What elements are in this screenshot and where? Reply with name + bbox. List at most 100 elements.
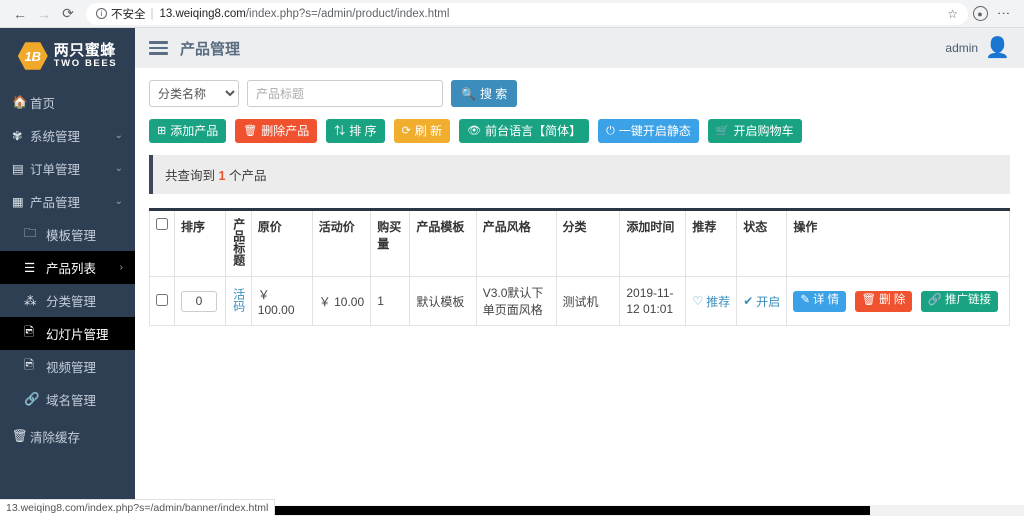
row-original-price: ￥ 100.00	[250, 276, 313, 326]
button-label: 添加产品	[170, 124, 219, 138]
page-title: 产品管理	[180, 40, 241, 58]
row-sort-cell	[174, 276, 226, 326]
sidebar-item-slider-manage[interactable]: 🖻 幻灯片管理	[0, 317, 135, 350]
enable-static-button[interactable]: ⏻ 一键开启静态	[598, 119, 699, 143]
sidebar-item-clear-cache[interactable]: 🗑 清除缓存	[0, 420, 135, 453]
row-select-cell	[149, 276, 175, 326]
trash-icon: 🗑	[243, 124, 258, 137]
row-template: 默认模板	[409, 276, 477, 326]
column-recommend: 推荐	[685, 209, 738, 277]
sidebar-item-label: 订单管理	[30, 163, 81, 177]
row-recommend-cell: ♡ 推荐	[685, 276, 738, 326]
column-label: 产品标题	[231, 218, 246, 266]
search-form: 分类名称 🔍 搜 索	[149, 80, 1010, 107]
sort-order-input[interactable]	[181, 290, 217, 312]
sidebar-toggle-icon[interactable]	[149, 38, 168, 58]
result-suffix: 个产品	[228, 169, 267, 183]
security-label: 不安全	[111, 8, 146, 21]
delete-button[interactable]: 🗑 删 除	[854, 290, 913, 312]
sidebar-item-category-manage[interactable]: ⁂ 分类管理	[0, 284, 135, 317]
forward-icon: →	[37, 5, 51, 22]
column-add-time: 添加时间	[619, 209, 687, 277]
profile-button[interactable]: ●	[968, 2, 992, 26]
product-title-link[interactable]: 活码	[232, 288, 246, 312]
edit-icon: ✎	[800, 294, 810, 307]
row-checkbox[interactable]	[156, 293, 168, 306]
category-select[interactable]: 分类名称	[149, 80, 239, 107]
refresh-icon: ⟳	[401, 124, 411, 137]
sidebar-item-system[interactable]: ✾ 系统管理 ⌄	[0, 119, 135, 152]
button-label: 推广链接	[945, 294, 991, 307]
sitemap-icon: ⁂	[24, 294, 37, 308]
sidebar-item-video-manage[interactable]: 🖻 视频管理	[0, 350, 135, 383]
check-icon: ✔	[743, 294, 754, 308]
sidebar-item-label: 清除缓存	[30, 431, 81, 445]
column-sort: 排序	[174, 209, 226, 277]
user-menu[interactable]: admin 👤	[945, 38, 1010, 58]
delete-product-button[interactable]: 🗑 删除产品	[235, 119, 318, 143]
top-header: 产品管理 admin 👤	[135, 28, 1024, 68]
table-header: 排序 产品标题 原价 活动价 购买量 产品模板 产品风格 分类 添加时间 推荐 …	[149, 209, 1010, 277]
button-label: 开启购物车	[733, 124, 794, 138]
result-count: 1	[218, 169, 226, 183]
search-icon: 🔍	[461, 86, 476, 101]
sidebar-item-orders[interactable]: ▤ 订单管理 ⌄	[0, 152, 135, 185]
button-label: 排 序	[349, 124, 377, 138]
detail-button[interactable]: ✎ 详 情	[793, 290, 847, 312]
chevron-right-icon: ›	[119, 262, 123, 273]
select-all-checkbox[interactable]	[156, 218, 168, 230]
sidebar-item-template-manage[interactable]: 🗀 模板管理	[0, 218, 135, 251]
search-button[interactable]: 🔍 搜 索	[451, 80, 518, 107]
add-product-button[interactable]: ⊞ 添加产品	[149, 119, 227, 143]
button-label: 删除产品	[261, 124, 310, 138]
frontend-language-button[interactable]: 👁 前台语言【简体】	[459, 119, 590, 143]
video-file-icon: 🖻	[24, 358, 35, 372]
info-icon[interactable]: i	[96, 8, 107, 19]
power-icon: ⏻	[606, 124, 615, 137]
table-header-row: 排序 产品标题 原价 活动价 购买量 产品模板 产品风格 分类 添加时间 推荐 …	[149, 209, 1010, 277]
sort-icon: ⇅	[334, 124, 346, 137]
url-host: 13.weiqing8.com	[159, 7, 246, 20]
trash-icon: 🗑	[861, 294, 877, 307]
sidebar-item-domain-manage[interactable]: 🔗 域名管理	[0, 383, 135, 416]
table-body: 活码 ￥ 100.00 ￥ 10.00 1 默认模板 V3.0默认下单页面风格 …	[149, 276, 1010, 326]
sidebar-item-label: 产品列表	[46, 262, 97, 276]
brand-logo[interactable]: 1B 两只蜜蜂 TWO BEES	[0, 28, 135, 78]
action-toolbar: ⊞ 添加产品 🗑 删除产品 ⇅ 排 序 ⟳ 刷 新 👁 前台语言【简体】 ⏻ 一…	[149, 119, 1010, 143]
folder-icon: 🗀	[24, 226, 37, 240]
logo-mark: 1B	[24, 48, 42, 64]
recommend-toggle[interactable]: ♡ 推荐	[692, 293, 730, 310]
bookmark-star-icon[interactable]: ☆	[947, 7, 958, 21]
row-buy-count: 1	[370, 276, 411, 326]
column-product-template: 产品模板	[409, 209, 477, 277]
scrollbar-thumb[interactable]	[230, 506, 870, 515]
sidebar-item-label: 系统管理	[30, 130, 81, 144]
address-bar[interactable]: i 不安全 | 13.weiqing8.com/index.php?s=/adm…	[86, 2, 968, 25]
thumbs-up-icon: ♡	[692, 294, 704, 308]
enable-cart-button[interactable]: 🛒 开启购物车	[707, 119, 802, 143]
status-toggle[interactable]: ✔ 开启	[743, 293, 780, 310]
button-label: 前台语言【简体】	[485, 124, 582, 138]
cart-icon: 🛒	[715, 124, 730, 137]
forward-button[interactable]: →	[32, 2, 56, 26]
column-activity-price: 活动价	[311, 209, 372, 277]
sidebar-item-label: 分类管理	[46, 295, 97, 309]
browser-menu-button[interactable]: ⋮	[992, 2, 1016, 26]
kebab-menu-icon: ⋮	[996, 7, 1012, 20]
sidebar-item-product-list[interactable]: ☰ 产品列表 ›	[0, 251, 135, 284]
product-table: 排序 产品标题 原价 活动价 购买量 产品模板 产品风格 分类 添加时间 推荐 …	[149, 208, 1010, 326]
url-path: /index.php?s=/admin/product/index.html	[245, 7, 450, 20]
sort-button[interactable]: ⇅ 排 序	[326, 119, 385, 143]
link-icon: 🔗	[24, 392, 40, 406]
reload-button[interactable]: ⟳	[56, 2, 80, 26]
sidebar-item-home[interactable]: 🏠 首页	[0, 86, 135, 119]
avatar-user-icon: 👤	[985, 37, 1010, 59]
promotion-link-button[interactable]: 🔗 推广链接	[920, 290, 998, 312]
row-activity-price: ￥ 10.00	[311, 276, 372, 326]
back-button[interactable]: ←	[8, 2, 32, 26]
refresh-button[interactable]: ⟳ 刷 新	[393, 119, 451, 143]
column-buy-count: 购买量	[370, 209, 411, 277]
recommend-label: 推荐	[706, 294, 731, 309]
product-title-input[interactable]	[247, 80, 443, 107]
sidebar-item-products[interactable]: ▦ 产品管理 ⌄	[0, 185, 135, 218]
